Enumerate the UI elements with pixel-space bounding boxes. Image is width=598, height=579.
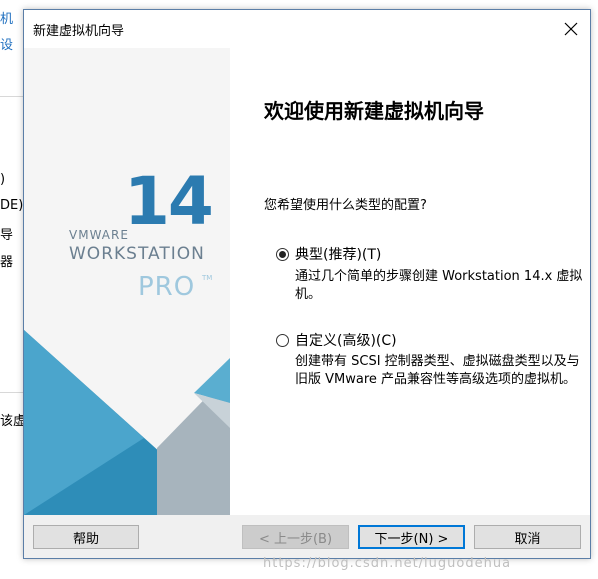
dialog-title: 新建虚拟机向导: [33, 24, 125, 39]
radio-typical[interactable]: [276, 247, 289, 261]
logo-vmware: VMWARE: [69, 228, 129, 242]
option-typical[interactable]: 典型(推荐)(T): [276, 244, 381, 264]
logo-version: 14: [124, 163, 214, 240]
next-button[interactable]: 下一步(N) >: [358, 525, 465, 549]
vmware-banner: 14 VMWARE WORKSTATION PRO TM: [24, 48, 230, 515]
bg-fragment: 机: [0, 12, 14, 27]
cancel-button[interactable]: 取消: [474, 525, 581, 549]
radio-custom[interactable]: [276, 333, 289, 347]
help-button[interactable]: 帮助: [33, 525, 139, 549]
bg-fragment: 设: [0, 38, 14, 53]
title-bar: 新建虚拟机向导: [24, 10, 590, 48]
bg-divider: [0, 392, 24, 393]
bg-fragment: ): [0, 172, 6, 187]
option-custom[interactable]: 自定义(高级)(C): [276, 330, 397, 350]
background-app: 机 设 ) DE) 导 器 该虚: [0, 0, 26, 579]
close-button[interactable]: [558, 16, 584, 42]
banner-graphic: [24, 330, 230, 515]
new-vm-wizard-dialog: 新建虚拟机向导 14 VMWARE WORKSTATION PRO TM 欢迎使…: [23, 9, 591, 559]
bg-divider: [0, 96, 24, 97]
logo-trademark: TM: [202, 274, 213, 282]
back-button[interactable]: < 上一步(B): [242, 525, 349, 549]
wizard-content: 14 VMWARE WORKSTATION PRO TM 欢迎使用新建虚拟机向导…: [24, 48, 590, 515]
wizard-heading: 欢迎使用新建虚拟机向导: [264, 99, 484, 123]
close-icon: [564, 22, 578, 36]
logo-workstation: WORKSTATION: [69, 244, 205, 264]
watermark: https://blog.csdn.net/luguodehua: [263, 556, 512, 571]
logo-pro: PRO: [138, 272, 196, 302]
bg-fragment: DE): [0, 198, 24, 213]
config-question: 您希望使用什么类型的配置?: [264, 198, 427, 213]
option-typical-label: 典型(推荐)(T): [295, 247, 382, 263]
option-custom-label: 自定义(高级)(C): [295, 333, 397, 349]
option-custom-description: 创建带有 SCSI 控制器类型、虚拟磁盘类型以及与旧版 VMware 产品兼容性…: [295, 354, 580, 387]
bg-fragment: 器: [0, 255, 14, 270]
bg-fragment: 导: [0, 228, 14, 243]
option-typical-description: 通过几个简单的步骤创建 Workstation 14.x 虚拟机。: [295, 269, 583, 302]
